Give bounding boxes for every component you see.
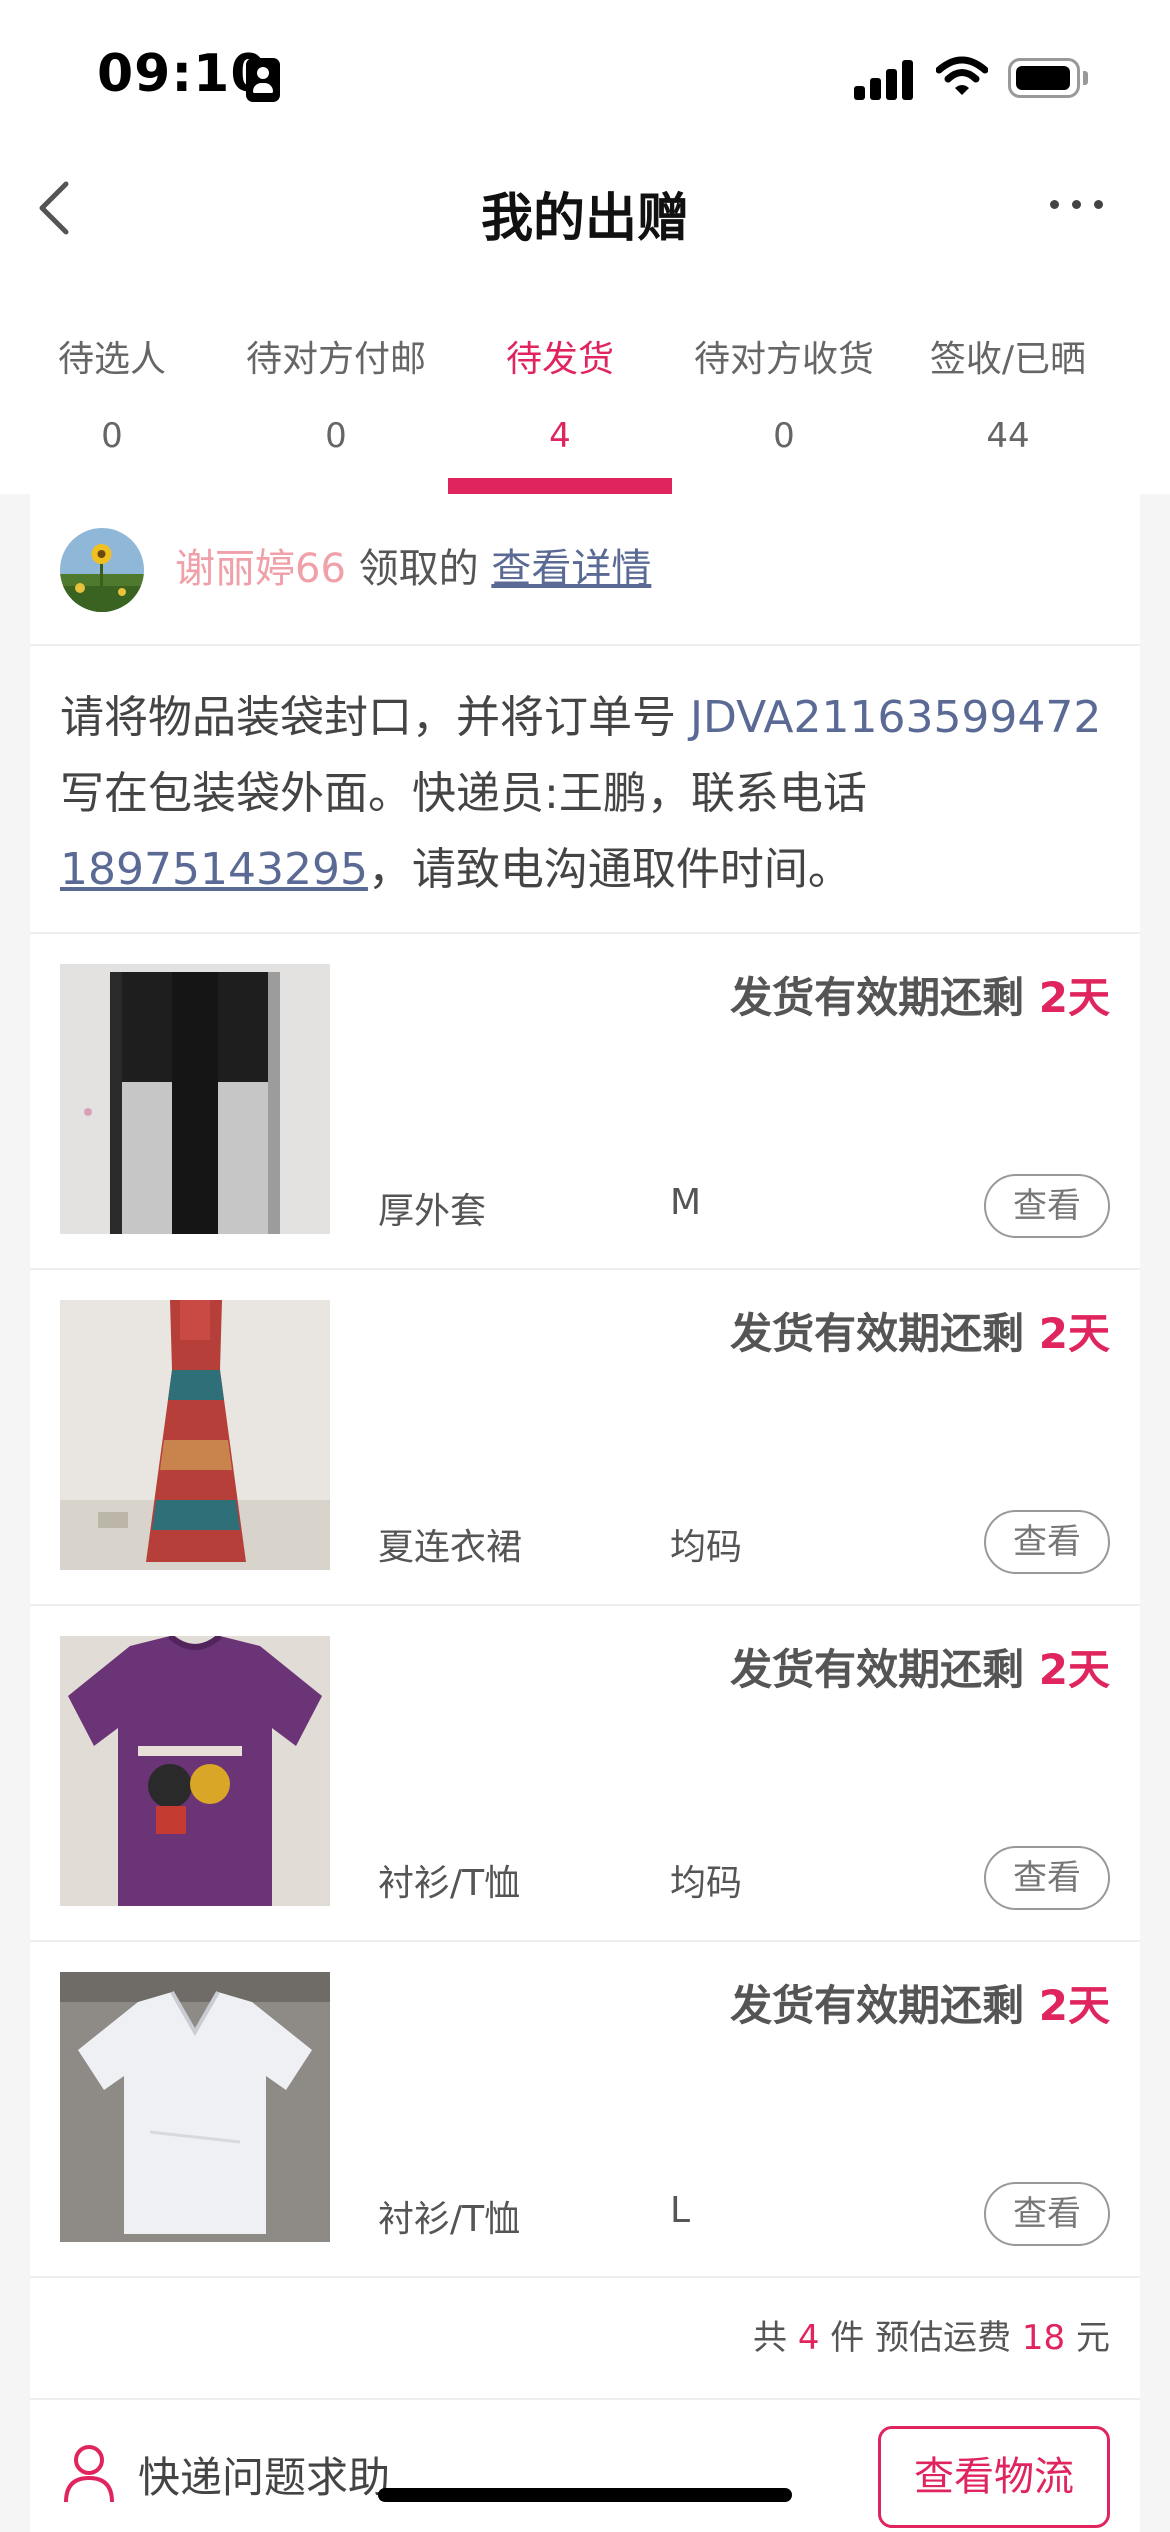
tab-label: 待发货: [505, 339, 614, 380]
receiver-row: 谢丽婷66 领取的 查看详情: [30, 494, 1140, 646]
tab-pending-shipment[interactable]: 待发货 4: [448, 270, 672, 494]
item-size: 均码: [670, 1863, 743, 1904]
item-name: 夏连衣裙: [378, 1527, 523, 1568]
notice-text: ，请致电沟通取件时间。: [367, 844, 852, 895]
item-name: 衬衫/T恤: [378, 2199, 521, 2240]
home-indicator[interactable]: [378, 2488, 792, 2502]
nav-bar: 我的出赠: [0, 150, 1170, 270]
receiver-suffix: 领取的: [358, 546, 479, 592]
status-tabs: 待选人 0 待对方付邮 0 待发货 4 待对方收货 0 签收/已晒 44: [0, 270, 1170, 494]
item-size: M: [670, 1182, 702, 1223]
notice-text: 请将物品装袋封口，并将订单号: [60, 692, 690, 743]
more-options-icon[interactable]: [1050, 194, 1106, 214]
active-tab-indicator: [448, 478, 672, 494]
view-logistics-button[interactable]: 查看物流: [878, 2426, 1110, 2528]
summary-text: 共: [753, 2318, 798, 2358]
user-icon[interactable]: [62, 2442, 116, 2504]
list-item: 发货有效期还剩 2天 衬衫/T恤 L 查看: [30, 1942, 1140, 2278]
deadline-days: 2天: [1038, 973, 1110, 1022]
deadline-days: 2天: [1038, 1981, 1110, 2030]
item-name: 衬衫/T恤: [378, 1863, 521, 1904]
list-item: 发货有效期还剩 2天 厚外套 M 查看: [30, 934, 1140, 1270]
status-bar: 09:10: [0, 0, 1170, 150]
tab-count: 4: [549, 416, 571, 456]
courier-phone-link[interactable]: 18975143295: [60, 844, 368, 895]
contact-card-icon: [246, 58, 280, 102]
order-summary: 共 4 件 预估运费 18 元: [753, 2310, 1110, 2359]
list-item: 发货有效期还剩 2天 衬衫/T恤 均码 查看: [30, 1606, 1140, 1942]
view-button[interactable]: 查看: [984, 1510, 1110, 1574]
deadline-label: 发货有效期还剩: [730, 973, 1039, 1022]
tab-count: 0: [325, 416, 347, 456]
deadline-label: 发货有效期还剩: [730, 1981, 1039, 2030]
tab-pending-postage[interactable]: 待对方付邮 0: [224, 270, 448, 494]
summary-text: 元: [1065, 2318, 1110, 2358]
tab-label: 待对方付邮: [245, 339, 426, 380]
tab-count: 44: [986, 416, 1030, 456]
tab-pending-receipt[interactable]: 待对方收货 0: [672, 270, 896, 494]
order-number: JDVA21163599472: [690, 692, 1102, 743]
shipping-deadline: 发货有效期还剩 2天: [730, 1300, 1110, 1361]
deadline-label: 发货有效期还剩: [730, 1309, 1039, 1358]
order-card: 谢丽婷66 领取的 查看详情 请将物品装袋封口，并将订单号 JDVA211635…: [30, 494, 1140, 2532]
shipping-deadline: 发货有效期还剩 2天: [730, 1636, 1110, 1697]
notice-text: 写在包装袋外面。快递员:王鹏，联系电话: [60, 768, 867, 819]
list-item: 发货有效期还剩 2天 夏连衣裙 均码 查看: [30, 1270, 1140, 1606]
item-photo-purple-tshirt[interactable]: [60, 1636, 330, 1906]
receiver-name[interactable]: 谢丽婷66: [175, 546, 346, 592]
tab-label: 待对方收货: [693, 339, 874, 380]
receiver-text: 谢丽婷66 领取的 查看详情: [175, 536, 651, 594]
item-name: 厚外套: [378, 1191, 487, 1232]
item-photo-dress[interactable]: [60, 1300, 330, 1570]
avatar[interactable]: [60, 528, 144, 612]
view-button[interactable]: 查看: [984, 1174, 1110, 1238]
shipping-deadline: 发货有效期还剩 2天: [730, 964, 1110, 1025]
view-button[interactable]: 查看: [984, 1846, 1110, 1910]
tab-pending-selection[interactable]: 待选人 0: [0, 270, 224, 494]
wifi-icon: [936, 56, 988, 95]
deadline-days: 2天: [1038, 1309, 1110, 1358]
deadline-label: 发货有效期还剩: [730, 1645, 1039, 1694]
tab-count: 0: [101, 416, 123, 456]
shipping-deadline: 发货有效期还剩 2天: [730, 1972, 1110, 2033]
tab-label: 待选人: [57, 339, 166, 380]
item-count: 4: [797, 2318, 820, 2358]
shipping-fee: 18: [1021, 2318, 1066, 2358]
view-details-link[interactable]: 查看详情: [491, 546, 651, 592]
deadline-days: 2天: [1038, 1645, 1110, 1694]
cellular-signal-icon: [854, 58, 914, 100]
shipping-instructions: 请将物品装袋封口，并将订单号 JDVA21163599472 写在包装袋外面。快…: [60, 680, 1120, 908]
page-title: 我的出赠: [480, 189, 689, 249]
status-time: 09:10: [97, 44, 268, 104]
battery-icon: [1008, 58, 1088, 98]
item-size: 均码: [670, 1527, 743, 1568]
tab-label: 签收/已晒: [929, 339, 1087, 380]
item-photo-white-tshirt[interactable]: [60, 1972, 330, 2242]
tab-count: 0: [773, 416, 795, 456]
courier-help-link[interactable]: 快递问题求助: [138, 2444, 390, 2505]
item-size: L: [670, 2190, 691, 2231]
tab-signed-shared[interactable]: 签收/已晒 44: [896, 270, 1120, 494]
item-photo-coat[interactable]: [60, 964, 330, 1234]
view-button[interactable]: 查看: [984, 2182, 1110, 2246]
footer-row: 快递问题求助 查看物流: [30, 2400, 1140, 2532]
summary-text: 件 预估运费: [819, 2318, 1022, 2358]
